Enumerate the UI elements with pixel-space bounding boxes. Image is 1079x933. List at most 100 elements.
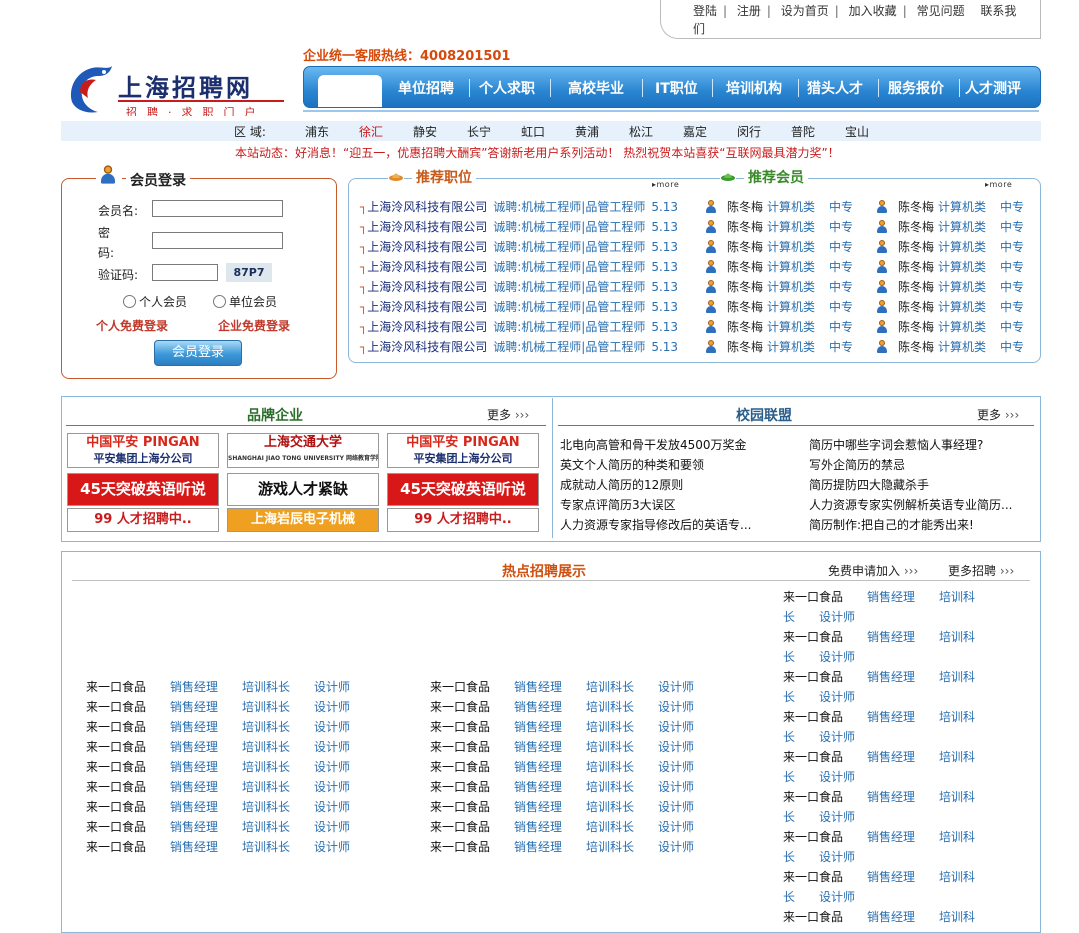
nav-it-jobs[interactable]: IT职位 [655, 78, 698, 98]
campus-news-link[interactable]: 简历制作:把自己的才能秀出来! [809, 516, 974, 533]
hot-recruit-item[interactable]: 培训科长 [242, 698, 290, 715]
free-apply-link[interactable]: 免费申请加入 ››› [828, 562, 918, 579]
hot-recruit-item[interactable]: 培训科 [939, 748, 975, 765]
brand-logo[interactable]: 45天突破英语听说 [67, 473, 219, 506]
hot-recruit-item[interactable]: 销售经理 [867, 708, 915, 725]
job-position-link[interactable]: 诚聘:机械工程师|品管工程师 [493, 240, 645, 254]
hot-recruit-item[interactable]: 设计师 [314, 838, 350, 855]
district-songjiang[interactable]: 松江 [629, 123, 653, 140]
hot-recruit-item[interactable]: 销售经理 [514, 778, 562, 795]
hot-recruit-item[interactable]: 培训科 [939, 788, 975, 805]
district-pudong[interactable]: 浦东 [305, 123, 329, 140]
job-position-link[interactable]: 诚聘:机械工程师|品管工程师 [493, 320, 645, 334]
job-company-link[interactable]: 上海泠风科技有限公司 [367, 220, 487, 234]
hot-recruit-item[interactable]: 设计师 [314, 738, 350, 755]
member-name-link[interactable]: 陈冬梅 [727, 320, 763, 334]
hot-recruit-item[interactable]: 培训科 [939, 588, 975, 605]
hot-recruit-item[interactable]: 长 [783, 768, 795, 785]
hot-recruit-item[interactable]: 销售经理 [514, 698, 562, 715]
register-personal-link[interactable]: 个人免费登录 [96, 317, 168, 334]
hot-recruit-item[interactable]: 设计师 [819, 648, 855, 665]
faq-link[interactable]: 常见问题 [917, 4, 965, 18]
hot-recruit-item[interactable]: 培训科长 [242, 818, 290, 835]
hot-recruit-item[interactable]: 长 [783, 848, 795, 865]
hot-recruit-item[interactable]: 销售经理 [170, 698, 218, 715]
radio-personal[interactable] [123, 295, 136, 308]
hot-recruit-item[interactable]: 培训科长 [586, 778, 634, 795]
job-position-link[interactable]: 诚聘:机械工程师|品管工程师 [493, 200, 645, 214]
campus-news-link[interactable]: 英文个人简历的种类和要领 [560, 456, 704, 473]
hot-recruit-item[interactable]: 设计师 [819, 888, 855, 905]
job-company-link[interactable]: 上海泠风科技有限公司 [367, 320, 487, 334]
hot-recruit-item[interactable]: 销售经理 [867, 748, 915, 765]
hot-recruit-item[interactable]: 销售经理 [170, 778, 218, 795]
hot-recruit-item[interactable]: 培训科长 [586, 698, 634, 715]
hot-recruit-item[interactable]: 培训科 [939, 828, 975, 845]
job-position-link[interactable]: 诚聘:机械工程师|品管工程师 [493, 300, 645, 314]
district-changning[interactable]: 长宁 [467, 123, 491, 140]
member-name-link[interactable]: 陈冬梅 [727, 240, 763, 254]
campus-news-link[interactable]: 专家点评简历3大误区 [560, 496, 676, 513]
recommend-members-more[interactable]: ▸more [985, 180, 1012, 189]
member-name-link[interactable]: 陈冬梅 [898, 240, 934, 254]
member-name-link[interactable]: 陈冬梅 [727, 200, 763, 214]
nav-active-tab[interactable] [318, 75, 382, 107]
hot-recruit-item[interactable]: 销售经理 [867, 668, 915, 685]
username-input[interactable] [152, 200, 283, 217]
job-company-link[interactable]: 上海泠风科技有限公司 [367, 340, 487, 354]
campus-news-link[interactable]: 人力资源专家指导修改后的英语专... [560, 516, 751, 533]
captcha-image[interactable]: 87P7 [226, 263, 272, 282]
brand-logo[interactable]: 45天突破英语听说 [387, 473, 539, 506]
hot-recruit-item[interactable]: 设计师 [819, 848, 855, 865]
district-baoshan[interactable]: 宝山 [845, 123, 869, 140]
hot-recruit-item[interactable]: 培训科长 [242, 738, 290, 755]
hot-recruit-item[interactable]: 培训科长 [242, 758, 290, 775]
hot-recruit-item[interactable]: 培训科 [939, 908, 975, 925]
hot-recruit-item[interactable]: 设计师 [819, 808, 855, 825]
register-link[interactable]: 注册 [737, 4, 761, 18]
member-name-link[interactable]: 陈冬梅 [727, 340, 763, 354]
hot-recruit-item[interactable]: 销售经理 [170, 798, 218, 815]
hot-recruit-item[interactable]: 培训科 [939, 628, 975, 645]
job-company-link[interactable]: 上海泠风科技有限公司 [367, 200, 487, 214]
hot-recruit-item[interactable]: 培训科长 [242, 778, 290, 795]
more-recruit-link[interactable]: 更多招聘 ››› [948, 562, 1014, 579]
hot-recruit-item[interactable]: 培训科长 [242, 798, 290, 815]
hot-recruit-item[interactable]: 长 [783, 608, 795, 625]
hot-recruit-item[interactable]: 培训科长 [586, 838, 634, 855]
password-input[interactable] [152, 232, 283, 249]
brand-logo[interactable]: 99 人才招聘中.. [67, 508, 219, 532]
campus-news-link[interactable]: 简历中哪些字词会惹恼人事经理? [809, 436, 983, 453]
contact-link[interactable]: 联系我 [980, 4, 1016, 18]
campus-news-link[interactable]: 北电向高管和骨干发放4500万奖金 [560, 436, 747, 453]
hot-recruit-item[interactable]: 设计师 [658, 818, 694, 835]
member-name-link[interactable]: 陈冬梅 [898, 220, 934, 234]
radio-company[interactable] [213, 295, 226, 308]
hot-recruit-item[interactable]: 销售经理 [514, 758, 562, 775]
member-name-link[interactable]: 陈冬梅 [898, 200, 934, 214]
district-jiading[interactable]: 嘉定 [683, 123, 707, 140]
job-company-link[interactable]: 上海泠风科技有限公司 [367, 240, 487, 254]
hot-recruit-item[interactable]: 培训科长 [586, 818, 634, 835]
brand-logo[interactable]: 上海交通大学 SHANGHAI JIAO TONG UNIVERSITY 网络教育… [227, 433, 379, 468]
hot-recruit-item[interactable]: 培训科长 [586, 758, 634, 775]
member-name-link[interactable]: 陈冬梅 [898, 260, 934, 274]
member-name-link[interactable]: 陈冬梅 [898, 340, 934, 354]
hot-recruit-item[interactable]: 销售经理 [514, 838, 562, 855]
register-company-link[interactable]: 企业免费登录 [218, 317, 290, 334]
campus-news-link[interactable]: 简历提防四大隐藏杀手 [809, 476, 929, 493]
job-company-link[interactable]: 上海泠风科技有限公司 [367, 280, 487, 294]
hot-recruit-item[interactable]: 培训科长 [242, 718, 290, 735]
member-name-link[interactable]: 陈冬梅 [898, 320, 934, 334]
hot-recruit-item[interactable]: 设计师 [819, 688, 855, 705]
district-hongkou[interactable]: 虹口 [521, 123, 545, 140]
job-company-link[interactable]: 上海泠风科技有限公司 [367, 260, 487, 274]
hot-recruit-item[interactable]: 长 [783, 728, 795, 745]
site-logo[interactable]: 上海招聘网 招聘·求职门户 [66, 62, 296, 118]
brand-more-link[interactable]: 更多 ››› [487, 406, 529, 423]
campus-news-link[interactable]: 写外企简历的禁忌 [809, 456, 905, 473]
district-putuo[interactable]: 普陀 [791, 123, 815, 140]
member-name-link[interactable]: 陈冬梅 [727, 280, 763, 294]
hot-recruit-item[interactable]: 销售经理 [514, 738, 562, 755]
hot-recruit-item[interactable]: 销售经理 [170, 818, 218, 835]
